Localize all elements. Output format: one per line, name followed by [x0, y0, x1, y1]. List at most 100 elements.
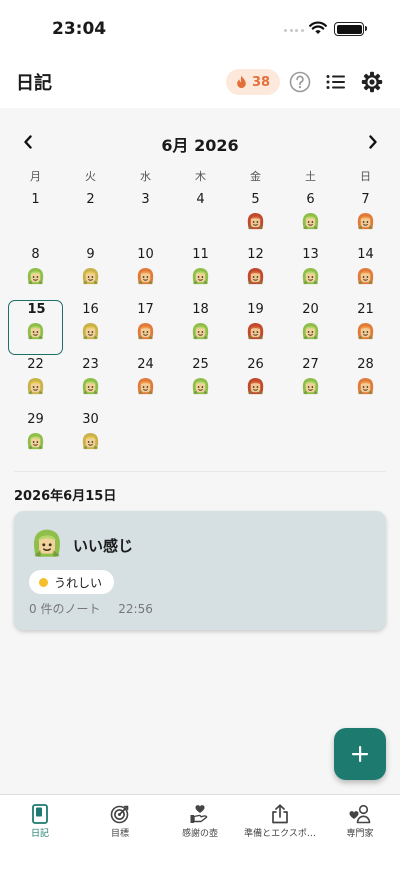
weekday-label: 木: [195, 170, 206, 183]
calendar-day[interactable]: 7: [338, 190, 393, 245]
battery-icon: [334, 22, 367, 36]
share-icon: [268, 803, 292, 825]
status-time: 23:04: [52, 19, 107, 39]
tab-gratitude-jar[interactable]: 感謝の壺: [160, 795, 240, 869]
day-number: 17: [137, 302, 154, 317]
calendar-day[interactable]: 2: [63, 190, 118, 245]
weekday-label: 月: [30, 170, 41, 183]
app-header: 日記 38: [0, 58, 400, 108]
entry-meta: 0 件のノート 22:56: [29, 600, 153, 617]
day-number: 2: [86, 192, 95, 207]
settings-icon[interactable]: [360, 70, 384, 94]
calendar-day[interactable]: 1: [8, 190, 63, 245]
wifi-icon: [309, 21, 327, 34]
calendar-day[interactable]: 8: [8, 245, 63, 300]
calendar-day[interactable]: 19: [228, 300, 283, 355]
day-number: 9: [86, 247, 95, 262]
mood-avatar-icon: [191, 267, 210, 290]
calendar-day[interactable]: 18: [173, 300, 228, 355]
calendar-day[interactable]: 25: [173, 355, 228, 410]
mood-avatar-icon: [301, 212, 320, 235]
calendar-day[interactable]: 16: [63, 300, 118, 355]
calendar-day[interactable]: 23: [63, 355, 118, 410]
day-number: 22: [27, 357, 44, 372]
diary-entry-card[interactable]: いい感じ うれしい 0 件のノート 22:56: [14, 511, 386, 630]
status-bar: 23:04: [0, 0, 400, 58]
calendar-day[interactable]: 26: [228, 355, 283, 410]
mood-avatar-icon: [81, 322, 100, 345]
emotion-tag-label: うれしい: [54, 575, 103, 590]
calendar-day[interactable]: 12: [228, 245, 283, 300]
mood-avatar-icon: [246, 322, 265, 345]
signal-icon: [284, 29, 306, 33]
weekday-label: 水: [140, 170, 151, 183]
add-entry-button[interactable]: [334, 728, 386, 780]
tab-prepare-export[interactable]: 準備とエクスポ…: [240, 795, 320, 869]
tab-label: 準備とエクスポ…: [244, 829, 316, 839]
tab-goals[interactable]: 目標: [80, 795, 160, 869]
calendar-day[interactable]: 15: [8, 300, 63, 355]
tab-label: 感謝の壺: [181, 829, 218, 839]
calendar-day[interactable]: 27: [283, 355, 338, 410]
mood-avatar-icon: [81, 267, 100, 290]
calendar-day[interactable]: 3: [118, 190, 173, 245]
mood-avatar-icon: [26, 322, 45, 345]
mood-avatar-icon: [356, 212, 375, 235]
day-number: 28: [357, 357, 374, 372]
weekday-label: 土: [305, 170, 316, 183]
calendar-day[interactable]: 6: [283, 190, 338, 245]
next-month-button[interactable]: [361, 130, 385, 154]
calendar-day[interactable]: 21: [338, 300, 393, 355]
calendar-grid: 1 2 3 4 5 6 7 8 9 10 11 12 13 14 15 16 17 18 19 20 21 22 23 24 2…: [8, 190, 393, 465]
day-number: 5: [251, 192, 260, 207]
mood-avatar-icon: [31, 528, 63, 564]
expert-icon: [348, 803, 372, 825]
section-divider: [14, 471, 386, 472]
calendar-day[interactable]: 30: [63, 410, 118, 465]
month-navigator: 6月 2026: [0, 130, 400, 155]
bottom-nav: 日記 目標 感謝の壺 準備とエクスポ… 専門家: [0, 794, 400, 869]
flame-icon: [237, 75, 246, 88]
day-number: 24: [137, 357, 154, 372]
entry-time: 22:56: [118, 602, 153, 616]
calendar-day[interactable]: 14: [338, 245, 393, 300]
entry-mood-label: いい感じ: [73, 537, 134, 555]
calendar-day[interactable]: 28: [338, 355, 393, 410]
calendar-day[interactable]: 13: [283, 245, 338, 300]
weekday-label: 火: [85, 170, 96, 183]
weekday-label: 日: [360, 170, 371, 183]
day-number: 20: [302, 302, 319, 317]
mood-avatar-icon: [246, 267, 265, 290]
day-number: 4: [196, 192, 205, 207]
day-number: 14: [357, 247, 374, 262]
calendar-day[interactable]: 20: [283, 300, 338, 355]
calendar-day[interactable]: 11: [173, 245, 228, 300]
day-number: 25: [192, 357, 209, 372]
tab-diary[interactable]: 日記: [0, 795, 80, 869]
streak-badge[interactable]: 38: [226, 69, 280, 95]
help-icon[interactable]: [288, 70, 312, 94]
weekday-header: 月 火 水 木 金 土 日: [8, 168, 393, 184]
day-number: 11: [192, 247, 209, 262]
calendar-day[interactable]: 24: [118, 355, 173, 410]
plus-icon: [352, 746, 368, 762]
calendar-day[interactable]: 22: [8, 355, 63, 410]
day-number: 21: [357, 302, 374, 317]
calendar-day[interactable]: 5: [228, 190, 283, 245]
target-icon: [108, 803, 132, 825]
calendar-day[interactable]: 9: [63, 245, 118, 300]
list-icon[interactable]: [324, 70, 348, 94]
calendar-day[interactable]: 29: [8, 410, 63, 465]
gratitude-jar-icon: [188, 803, 212, 825]
tab-expert[interactable]: 専門家: [320, 795, 400, 869]
mood-avatar-icon: [301, 377, 320, 400]
tag-dot-icon: [39, 577, 48, 587]
calendar-day[interactable]: 17: [118, 300, 173, 355]
mood-avatar-icon: [356, 322, 375, 345]
day-number: 26: [247, 357, 264, 372]
mood-avatar-icon: [136, 267, 155, 290]
day-number: 16: [82, 302, 99, 317]
calendar-day[interactable]: 10: [118, 245, 173, 300]
calendar-day[interactable]: 4: [173, 190, 228, 245]
mood-avatar-icon: [26, 377, 45, 400]
